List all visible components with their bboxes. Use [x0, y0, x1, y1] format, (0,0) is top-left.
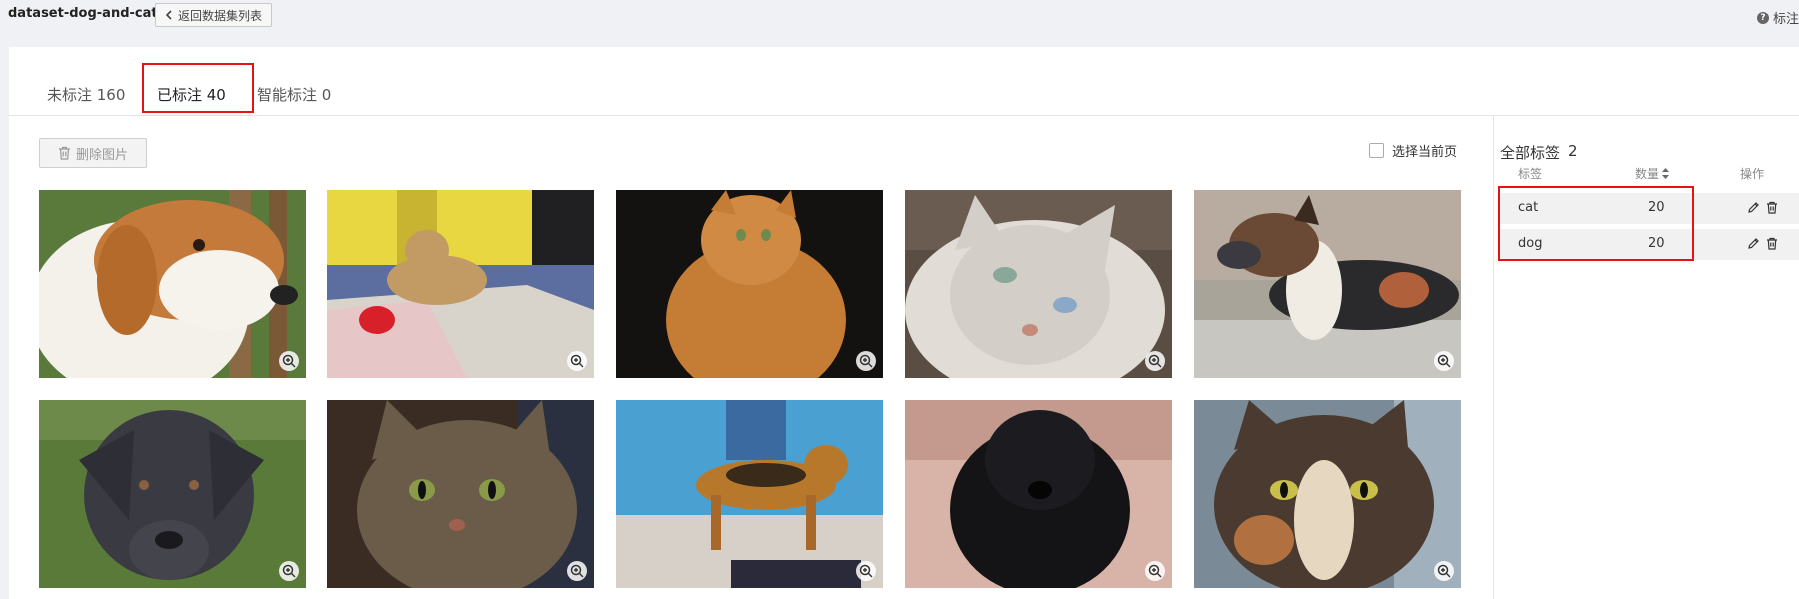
image-thumbnail[interactable]	[327, 400, 594, 588]
cat-photo	[327, 400, 594, 588]
all-labels-count: 2	[1568, 142, 1578, 160]
column-header-label: 标签	[1518, 167, 1543, 181]
image-thumbnail[interactable]	[616, 190, 883, 378]
image-thumbnail[interactable]	[1194, 400, 1461, 588]
select-page-label: 选择当前页	[1392, 145, 1458, 160]
dog-photo	[616, 400, 883, 588]
sort-icon	[1662, 168, 1670, 179]
tab-bar: 未标注 160 已标注 40 智能标注 0	[9, 47, 1799, 116]
cat-photo	[616, 190, 883, 378]
image-thumbnail[interactable]	[327, 190, 594, 378]
chevron-left-icon	[165, 10, 172, 20]
main-panel: 未标注 160 已标注 40 智能标注 0 删除图片 选择当前页 全部标签 2 …	[9, 47, 1799, 599]
dataset-name: dataset-dog-and-cat	[8, 6, 158, 21]
label-row: cat 20	[1500, 193, 1799, 224]
image-thumbnail[interactable]	[616, 400, 883, 588]
image-thumbnail[interactable]	[39, 400, 306, 588]
dog-photo	[327, 190, 594, 378]
active-tab-indicator	[157, 111, 246, 113]
label-row: dog 20	[1500, 229, 1799, 260]
dog-photo	[905, 400, 1172, 588]
top-bar: dataset-dog-and-cat 返回数据集列表 ? 标注	[0, 0, 1799, 47]
dog-photo	[1194, 190, 1461, 378]
tab-labeled[interactable]: 已标注 40	[157, 84, 226, 105]
question-icon: ?	[1756, 11, 1769, 24]
cat-photo	[905, 190, 1172, 378]
zoom-in-icon[interactable]	[1145, 561, 1165, 581]
help-link[interactable]: ? 标注	[1756, 8, 1799, 27]
delete-trash-icon[interactable]	[1766, 237, 1778, 250]
delete-trash-icon[interactable]	[1766, 201, 1778, 214]
column-header-ops: 操作	[1740, 167, 1765, 181]
back-button-label: 返回数据集列表	[178, 8, 263, 23]
cat-photo	[1194, 400, 1461, 588]
trash-icon	[58, 146, 70, 160]
zoom-in-icon[interactable]	[856, 561, 876, 581]
image-thumbnail[interactable]	[1194, 190, 1461, 378]
tab-smart-labeling[interactable]: 智能标注 0	[257, 84, 331, 105]
label-count: 20	[1648, 236, 1665, 251]
edit-pencil-icon[interactable]	[1747, 237, 1760, 250]
image-thumbnail[interactable]	[905, 400, 1172, 588]
zoom-in-icon[interactable]	[1434, 561, 1454, 581]
select-current-page[interactable]: 选择当前页	[1369, 141, 1457, 160]
label-count: 20	[1648, 200, 1665, 215]
dog-photo	[39, 400, 306, 588]
edit-pencil-icon[interactable]	[1747, 201, 1760, 214]
column-header-count[interactable]: 数量	[1635, 165, 1670, 182]
dog-photo	[39, 190, 306, 378]
delete-images-label: 删除图片	[75, 147, 128, 163]
select-page-checkbox[interactable]	[1369, 143, 1384, 158]
help-label: 标注	[1772, 12, 1799, 27]
zoom-in-icon[interactable]	[856, 351, 876, 371]
zoom-in-icon[interactable]	[1145, 351, 1165, 371]
label-name: cat	[1518, 200, 1539, 215]
image-grid	[39, 190, 1479, 599]
zoom-in-icon[interactable]	[1434, 351, 1454, 371]
all-labels-title: 全部标签	[1500, 144, 1561, 162]
label-name: dog	[1518, 236, 1543, 251]
back-to-datasets-button[interactable]: 返回数据集列表	[155, 3, 273, 27]
zoom-in-icon[interactable]	[567, 561, 587, 581]
image-thumbnail[interactable]	[39, 190, 306, 378]
delete-images-button[interactable]: 删除图片	[39, 138, 147, 168]
labels-sidebar: 全部标签 2 标签 数量 操作 cat 20 dog 20	[1493, 116, 1799, 599]
zoom-in-icon[interactable]	[567, 351, 587, 371]
zoom-in-icon[interactable]	[279, 561, 299, 581]
tab-unlabeled[interactable]: 未标注 160	[47, 84, 125, 105]
column-header-count-text: 数量	[1635, 167, 1660, 181]
image-thumbnail[interactable]	[905, 190, 1172, 378]
zoom-in-icon[interactable]	[279, 351, 299, 371]
